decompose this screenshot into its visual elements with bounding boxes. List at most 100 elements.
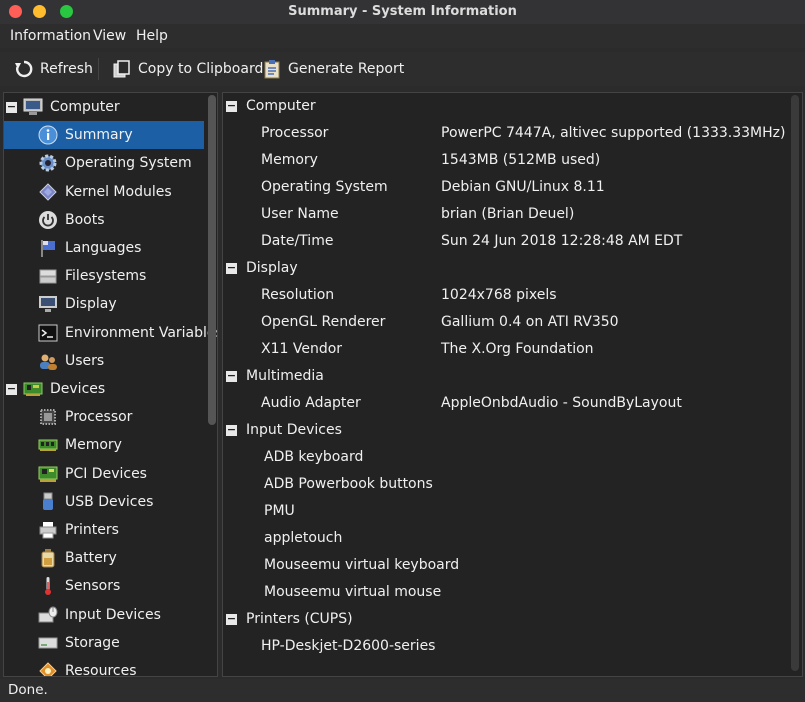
detail-row[interactable]: Processor PowerPC 7447A, altivec supporte… xyxy=(223,120,785,147)
detail-value: The X.Org Foundation xyxy=(441,341,594,357)
menu-view[interactable]: View xyxy=(93,28,126,44)
details-panel[interactable]: − Computer Processor PowerPC 7447A, altivec… xyxy=(222,92,803,677)
usb-icon xyxy=(38,492,58,512)
detail-row[interactable]: X11 Vendor The X.Org Foundation xyxy=(223,336,783,363)
tree-item-devices[interactable]: − Devices xyxy=(4,375,204,403)
report-clipboard-icon xyxy=(262,59,282,79)
detail-list-item[interactable]: Mouseemu virtual keyboard xyxy=(223,552,783,579)
tree-item-users[interactable]: Users xyxy=(4,347,204,375)
collapse-expander[interactable]: − xyxy=(6,101,17,113)
battery-icon xyxy=(38,548,58,568)
tree-item-environment-variables[interactable]: Environment Variables xyxy=(4,319,217,347)
tree-item-label: USB Devices xyxy=(65,493,154,510)
detail-item-label: appletouch xyxy=(264,530,343,546)
tree-item-boots[interactable]: Boots xyxy=(4,206,204,234)
resources-icon xyxy=(38,661,58,676)
detail-value: Gallium 0.4 on ATI RV350 xyxy=(441,314,619,330)
section-title: Multimedia xyxy=(246,368,324,384)
refresh-button[interactable]: Refresh xyxy=(14,58,93,80)
detail-list-item[interactable]: Mouseemu virtual mouse xyxy=(223,579,783,606)
detail-item-label: HP-Deskjet-D2600-series xyxy=(261,638,436,654)
section-title: Computer xyxy=(246,98,316,114)
section-collapse-expander[interactable]: − xyxy=(226,370,237,382)
tree-item-input-devices[interactable]: Input Devices xyxy=(4,601,204,629)
section-collapse-expander[interactable]: − xyxy=(226,100,237,112)
tree-item-summary[interactable]: Summary xyxy=(4,121,204,150)
devices-icon xyxy=(23,379,43,399)
detail-row[interactable]: Resolution 1024x768 pixels xyxy=(223,282,783,309)
tree-item-filesystems[interactable]: Filesystems xyxy=(4,262,204,290)
detail-row[interactable]: OpenGL Renderer Gallium 0.4 on ATI RV350 xyxy=(223,309,783,336)
detail-key: Date/Time xyxy=(261,233,334,249)
tree-item-resources[interactable]: Resources xyxy=(4,657,204,676)
tree-item-label: Printers xyxy=(65,522,119,538)
section-title: Display xyxy=(246,260,298,276)
detail-row[interactable]: Operating System Debian GNU/Linux 8.11 xyxy=(223,174,783,201)
detail-value: Debian GNU/Linux 8.11 xyxy=(441,179,605,195)
input-devices-icon xyxy=(38,605,58,625)
printer-icon xyxy=(38,520,58,540)
section-title: Input Devices xyxy=(246,422,342,438)
tree-item-sensors[interactable]: Sensors xyxy=(4,572,204,600)
tree-item-operating-system[interactable]: Operating System xyxy=(4,149,204,177)
generate-report-button[interactable]: Generate Report xyxy=(262,58,404,80)
tree-item-memory[interactable]: Memory xyxy=(4,431,204,459)
detail-list-item[interactable]: HP-Deskjet-D2600-series xyxy=(223,633,783,660)
details-scrollbar[interactable] xyxy=(791,95,799,671)
detail-item-label: Mouseemu virtual keyboard xyxy=(264,557,460,573)
section-title: Printers (CUPS) xyxy=(246,611,353,627)
window-title: Summary - System Information xyxy=(288,4,517,19)
tree-item-pci-devices[interactable]: PCI Devices xyxy=(4,460,204,488)
storage-icon xyxy=(38,633,58,653)
tree-item-computer[interactable]: − Computer xyxy=(4,93,204,121)
detail-list-item[interactable]: ADB Powerbook buttons xyxy=(223,471,783,498)
tree-item-processor[interactable]: Processor xyxy=(4,403,204,431)
menu-information[interactable]: Information xyxy=(10,28,91,44)
detail-list-item[interactable]: ADB keyboard xyxy=(223,444,783,471)
section-printers[interactable]: − Printers (CUPS) xyxy=(223,606,783,633)
section-computer[interactable]: − Computer xyxy=(223,93,783,120)
tree-item-languages[interactable]: Languages xyxy=(4,234,204,262)
detail-value: brian (Brian Deuel) xyxy=(441,206,575,222)
detail-key: X11 Vendor xyxy=(261,341,343,357)
detail-list-item[interactable]: PMU xyxy=(223,498,783,525)
section-input-devices[interactable]: − Input Devices xyxy=(223,417,783,444)
section-collapse-expander[interactable]: − xyxy=(226,262,237,274)
tree-item-label: Input Devices xyxy=(65,606,161,623)
tree-item-printers[interactable]: Printers xyxy=(4,516,204,544)
tree-item-label: Operating System xyxy=(65,155,192,172)
tree-item-label: Users xyxy=(65,352,105,369)
detail-row[interactable]: Audio Adapter AppleOnbdAudio - SoundByLay… xyxy=(223,390,783,417)
tree-item-storage[interactable]: Storage xyxy=(4,629,204,657)
detail-row[interactable]: Date/Time Sun 24 Jun 2018 12:28:48 AM EDT xyxy=(223,228,783,255)
tree-item-label: Languages xyxy=(65,240,142,256)
menu-bar: Information View Help xyxy=(0,24,805,48)
collapse-expander[interactable]: − xyxy=(6,383,17,395)
detail-key: Memory xyxy=(261,152,318,168)
os-gear-icon xyxy=(38,153,58,173)
tree-item-label: Display xyxy=(65,296,117,313)
tree-item-label: Storage xyxy=(65,634,120,651)
status-bar: Done. xyxy=(0,679,805,702)
tree-item-label: Computer xyxy=(50,99,120,115)
detail-list-item[interactable]: appletouch xyxy=(223,525,783,552)
status-text: Done. xyxy=(8,682,48,698)
tree-item-label: Processor xyxy=(65,409,133,426)
tree-item-usb-devices[interactable]: USB Devices xyxy=(4,488,204,516)
detail-row[interactable]: User Name brian (Brian Deuel) xyxy=(223,201,783,228)
tree-item-display[interactable]: Display xyxy=(4,290,204,318)
tree-scrollbar[interactable] xyxy=(208,95,216,425)
tree-item-label: Environment Variables xyxy=(65,324,218,341)
tree-item-battery[interactable]: Battery xyxy=(4,544,204,572)
section-collapse-expander[interactable]: − xyxy=(226,613,237,625)
menu-help[interactable]: Help xyxy=(136,28,168,44)
tree-item-kernel-modules[interactable]: Kernel Modules xyxy=(4,178,204,206)
section-display[interactable]: − Display xyxy=(223,255,783,282)
copy-to-clipboard-button[interactable]: Copy to Clipboard xyxy=(112,58,263,80)
category-tree[interactable]: − Computer Summary Operating System Kernel M… xyxy=(3,92,218,677)
terminal-icon xyxy=(38,323,58,343)
detail-row[interactable]: Memory 1543MB (512MB used) xyxy=(223,147,783,174)
section-multimedia[interactable]: − Multimedia xyxy=(223,363,783,390)
toolbar-separator xyxy=(98,58,99,80)
section-collapse-expander[interactable]: − xyxy=(226,424,237,436)
